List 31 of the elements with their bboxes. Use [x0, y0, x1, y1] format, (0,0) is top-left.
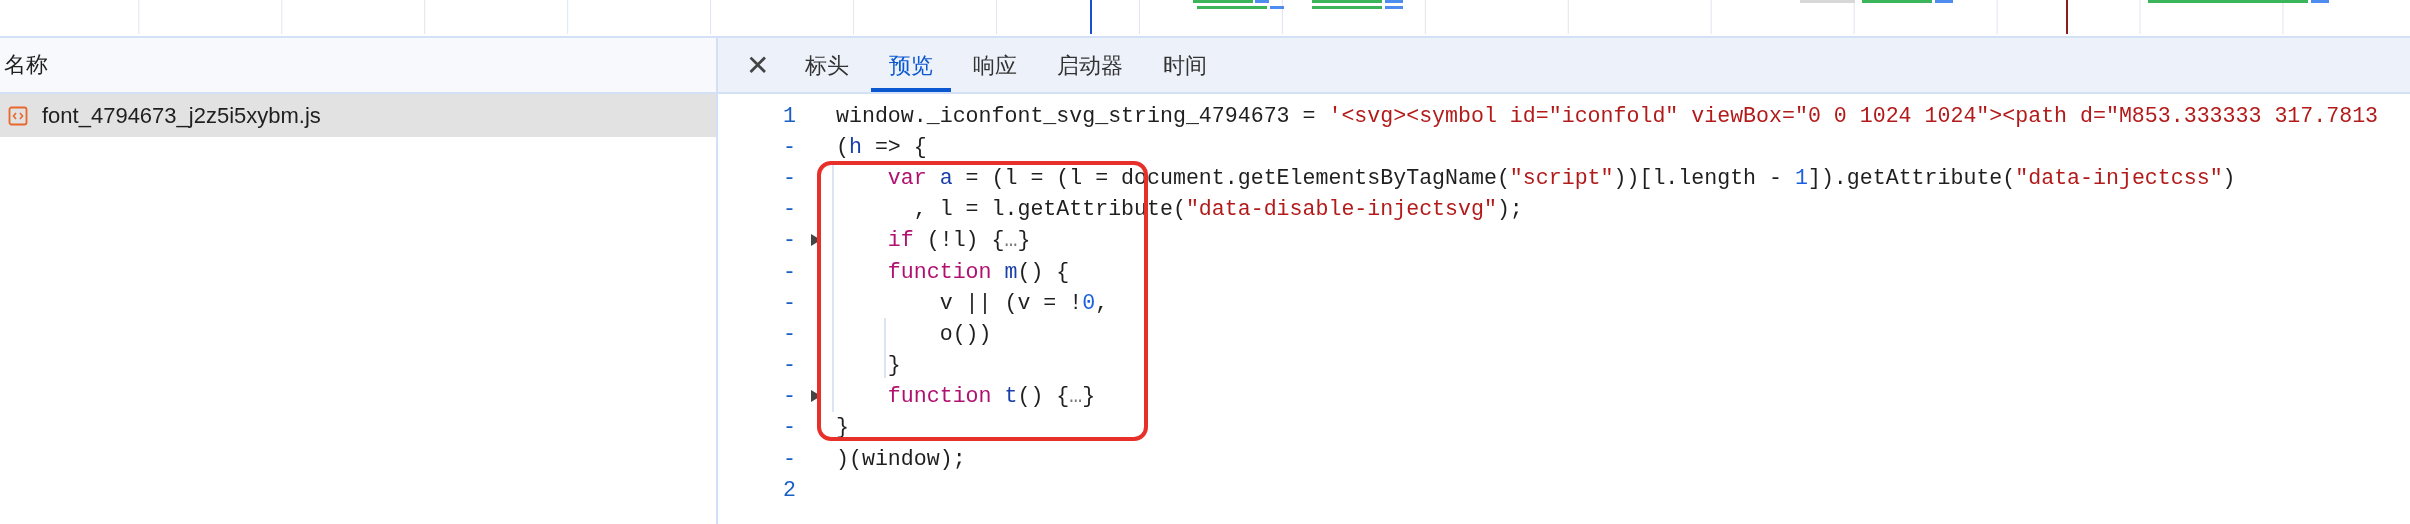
- line-number: -: [782, 228, 796, 253]
- code-line: function t() {…}: [886, 384, 1096, 409]
- close-button[interactable]: ✕: [732, 38, 784, 92]
- line-number: 2: [782, 477, 796, 502]
- request-row[interactable]: font_4794673_j2z5i5xybm.js: [0, 94, 716, 137]
- tab[interactable]: 预览: [871, 38, 952, 92]
- tab[interactable]: 标头: [787, 38, 868, 92]
- line-number: -: [782, 384, 796, 409]
- line-number: -: [782, 165, 796, 190]
- code-line: }: [886, 353, 901, 378]
- line-number: -: [782, 197, 796, 222]
- code-line: (h => {: [836, 134, 927, 159]
- line-number: -: [782, 353, 796, 378]
- code-line: )(window);: [836, 446, 966, 471]
- line-number: 1: [782, 103, 796, 128]
- line-number: -: [782, 259, 796, 284]
- code-line: window._iconfont_svg_string_4794673 = '<svg><symbol id="iconfold" viewBox="0 0 1024 1024"><path d="M853.333333 317.7813: [836, 103, 2379, 128]
- tab[interactable]: 响应: [955, 38, 1036, 92]
- line-number: -: [782, 290, 796, 315]
- code-line: o()): [938, 321, 992, 346]
- tab[interactable]: 时间: [1145, 38, 1226, 92]
- code-line: if (!l) {…}: [886, 228, 1031, 253]
- column-header: 名称: [4, 51, 48, 79]
- code-line: v || (v = !0,: [938, 290, 1109, 315]
- line-number: -: [782, 446, 796, 471]
- line-number: -: [782, 415, 796, 440]
- line-number: -: [782, 134, 796, 159]
- line-number: -: [782, 321, 796, 346]
- code-line: function m() {: [886, 259, 1070, 284]
- script-file-icon: [8, 105, 28, 126]
- tab[interactable]: 启动器: [1039, 38, 1142, 92]
